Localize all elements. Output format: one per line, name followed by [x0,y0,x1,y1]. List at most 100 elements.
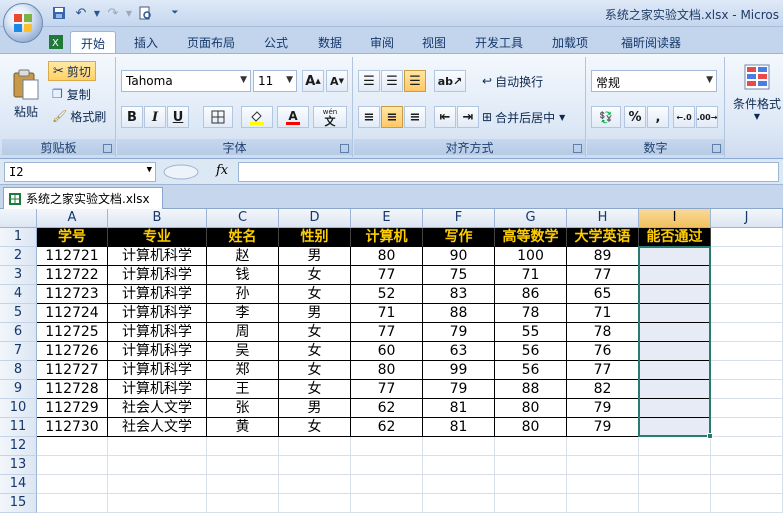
save-icon[interactable] [50,4,68,22]
column-header-B[interactable]: B [108,209,207,228]
row-header-4[interactable]: 4 [0,285,37,304]
cell-F10[interactable]: 81 [423,399,495,418]
cell-E4[interactable]: 52 [351,285,423,304]
cell-C15[interactable] [207,494,279,513]
cell-B3[interactable]: 计算机科学 [108,266,207,285]
cell-I3[interactable] [639,266,711,285]
formula-input[interactable] [238,162,779,182]
cell-J3[interactable] [711,266,783,285]
row-header-10[interactable]: 10 [0,399,37,418]
align-top-button[interactable]: ☰ [358,70,380,92]
column-header-A[interactable]: A [37,209,108,228]
fill-handle[interactable] [707,433,713,439]
cell-A10[interactable]: 112729 [37,399,108,418]
cell-H14[interactable] [567,475,639,494]
merge-center-button[interactable]: ⊞ 合并后居中 ▼ [482,107,565,127]
cell-J6[interactable] [711,323,783,342]
column-header-D[interactable]: D [279,209,351,228]
cell-H1[interactable]: 大学英语 [567,228,639,247]
cell-I15[interactable] [639,494,711,513]
cell-J14[interactable] [711,475,783,494]
phonetic-guide-button[interactable]: wén 文 [313,106,347,128]
insert-function-icon[interactable]: fx [216,163,228,178]
cell-B15[interactable] [108,494,207,513]
row-header-9[interactable]: 9 [0,380,37,399]
row-header-3[interactable]: 3 [0,266,37,285]
font-size-select[interactable]: 11 ▼ [253,70,297,92]
cell-D3[interactable]: 女 [279,266,351,285]
cell-C1[interactable]: 姓名 [207,228,279,247]
cell-H4[interactable]: 65 [567,285,639,304]
row-header-6[interactable]: 6 [0,323,37,342]
decrease-indent-button[interactable]: ⇤ [434,106,456,128]
cell-H15[interactable] [567,494,639,513]
tab-review[interactable]: 审阅 [360,31,404,53]
column-header-F[interactable]: F [423,209,495,228]
cell-F12[interactable] [423,437,495,456]
expand-formula-icon[interactable] [162,163,200,181]
cell-D12[interactable] [279,437,351,456]
paste-button[interactable]: 粘贴 [8,61,44,127]
cell-C13[interactable] [207,456,279,475]
cell-J1[interactable] [711,228,783,247]
cell-H12[interactable] [567,437,639,456]
cell-A8[interactable]: 112727 [37,361,108,380]
cell-J9[interactable] [711,380,783,399]
row-header-1[interactable]: 1 [0,228,37,247]
tab-developer[interactable]: 开发工具 [466,31,532,53]
cell-E2[interactable]: 80 [351,247,423,266]
cell-H10[interactable]: 79 [567,399,639,418]
cell-C5[interactable]: 李 [207,304,279,323]
row-header-5[interactable]: 5 [0,304,37,323]
cell-F11[interactable]: 81 [423,418,495,437]
cell-D2[interactable]: 男 [279,247,351,266]
cell-H3[interactable]: 77 [567,266,639,285]
cell-I10[interactable] [639,399,711,418]
comma-style-button[interactable]: , [647,106,669,128]
cell-B5[interactable]: 计算机科学 [108,304,207,323]
row-header-15[interactable]: 15 [0,494,37,513]
cell-H6[interactable]: 78 [567,323,639,342]
align-right-button[interactable]: ≡ [404,106,426,128]
cell-B13[interactable] [108,456,207,475]
cell-I4[interactable] [639,285,711,304]
cell-C9[interactable]: 王 [207,380,279,399]
align-center-button[interactable]: ≡ [381,106,403,128]
alignment-dialog-launcher[interactable] [573,144,582,153]
customize-qat-icon[interactable]: ⏷ [166,4,184,22]
cell-B2[interactable]: 计算机科学 [108,247,207,266]
shrink-font-button[interactable]: A ▼ [326,70,348,92]
cell-B1[interactable]: 专业 [108,228,207,247]
cell-I1[interactable]: 能否通过 [639,228,711,247]
underline-button[interactable]: U [167,106,189,128]
cell-F14[interactable] [423,475,495,494]
cell-C10[interactable]: 张 [207,399,279,418]
cell-J12[interactable] [711,437,783,456]
cell-B8[interactable]: 计算机科学 [108,361,207,380]
cell-D10[interactable]: 男 [279,399,351,418]
cell-E10[interactable]: 62 [351,399,423,418]
cell-A12[interactable] [37,437,108,456]
cell-E5[interactable]: 71 [351,304,423,323]
cell-J10[interactable] [711,399,783,418]
tab-home[interactable]: 开始 [70,31,116,53]
number-format-select[interactable]: 常规 ▼ [591,70,717,92]
cell-G9[interactable]: 88 [495,380,567,399]
cell-D14[interactable] [279,475,351,494]
cell-I11[interactable] [639,418,711,437]
cell-G11[interactable]: 80 [495,418,567,437]
cell-I7[interactable] [639,342,711,361]
orientation-button[interactable]: ab↗ [434,70,466,92]
cell-A4[interactable]: 112723 [37,285,108,304]
number-dialog-launcher[interactable] [712,144,721,153]
cell-A2[interactable]: 112721 [37,247,108,266]
decrease-decimal-button[interactable]: .00→ [696,106,718,128]
align-bottom-button[interactable]: ☰ [404,70,426,92]
tab-foxit-reader[interactable]: 福昕阅读器 [608,31,694,53]
increase-decimal-button[interactable]: ←.0 [673,106,695,128]
align-left-button[interactable]: ≡ [358,106,380,128]
cell-I8[interactable] [639,361,711,380]
cell-B4[interactable]: 计算机科学 [108,285,207,304]
fill-color-button[interactable] [241,106,273,128]
cell-E7[interactable]: 60 [351,342,423,361]
